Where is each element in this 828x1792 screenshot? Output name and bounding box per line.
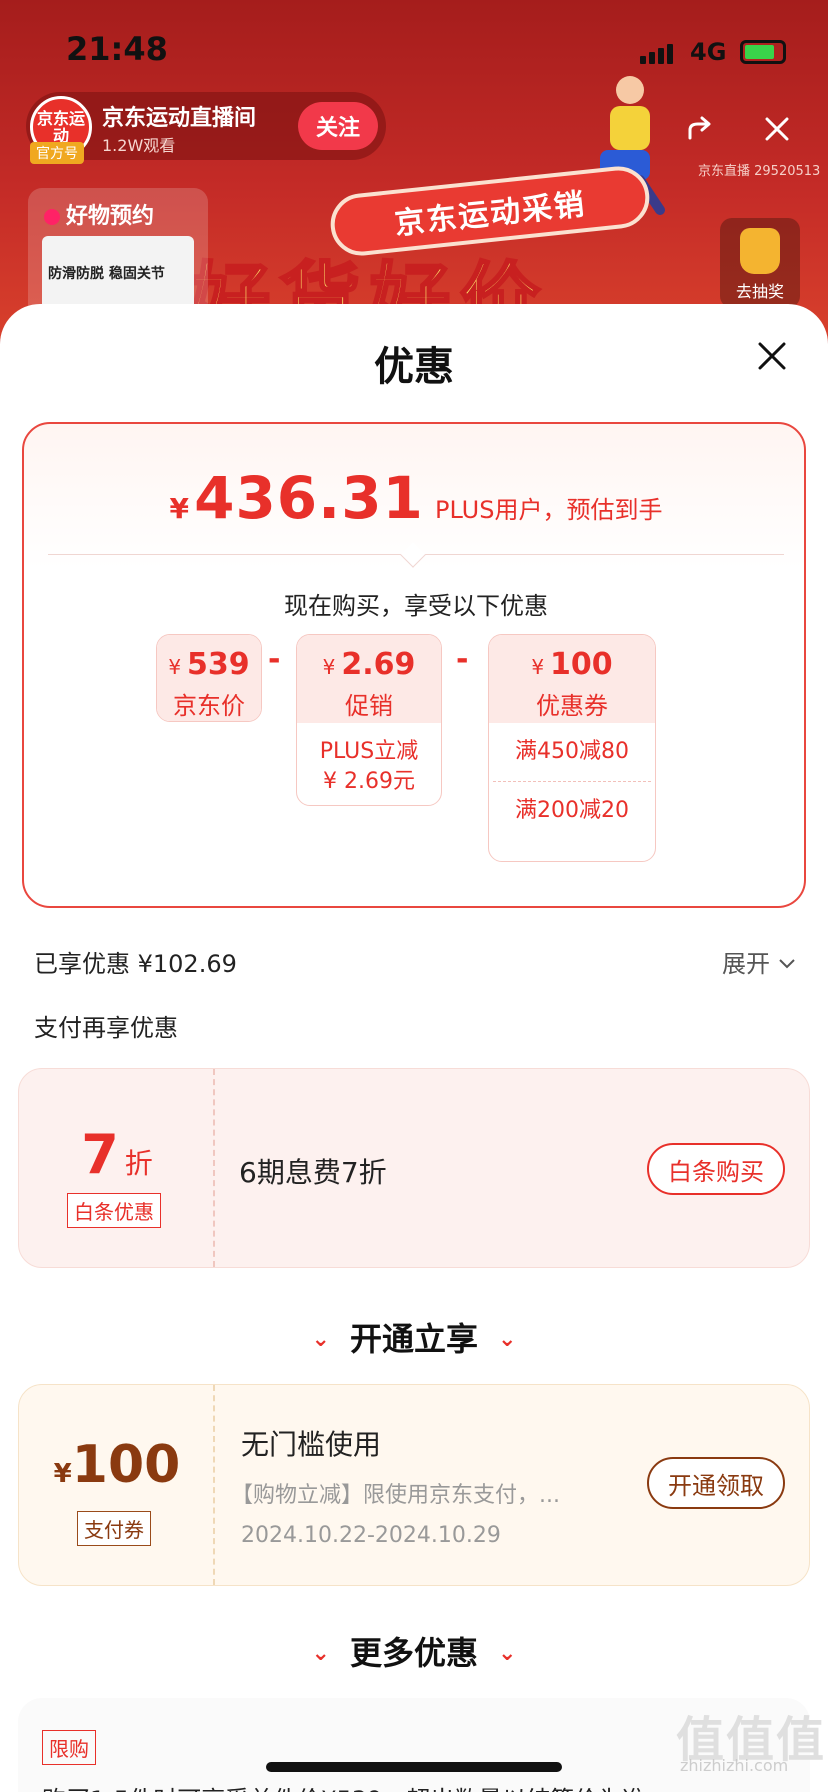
official-badge: 官方号: [30, 142, 84, 164]
jd-price-amount: 539: [187, 647, 250, 682]
pay-coupon-amount: ¥100: [53, 1435, 181, 1495]
baitiao-offer: 7折 白条优惠 6期息费7折 白条购买: [18, 1068, 810, 1268]
coupon-amount: 100: [550, 647, 613, 682]
signal-icon: [640, 42, 676, 64]
final-price-currency: ¥: [169, 492, 189, 525]
final-price: ¥ 436.31 PLUS用户，预估到手: [24, 464, 808, 532]
promotion-detail-amount: ¥ 2.69元: [323, 769, 415, 794]
expand-label: 展开: [722, 950, 770, 978]
minus-sign: -: [268, 642, 281, 677]
divider-notch: [400, 542, 426, 568]
pay-coupon-date: 2024.10.22-2024.10.29: [241, 1523, 501, 1548]
coupon-rule: 满200减20: [493, 781, 651, 840]
jd-price-label: 京东价: [173, 692, 245, 720]
network-label: 4G: [690, 38, 727, 66]
streamer-info[interactable]: 京东运动 官方号 京东运动直播间 1.2W观看 关注: [26, 92, 386, 164]
room-id: 京东直播 29520513: [698, 164, 821, 179]
battery-icon: [740, 40, 786, 64]
section-open-heading: ⌄ 开通立享 ⌄: [311, 1320, 517, 1358]
minus-sign: -: [456, 642, 469, 677]
preview-title: 好物预约: [44, 198, 154, 230]
lottery-jar-icon: [740, 228, 780, 274]
jd-price-chip: ¥539 京东价: [156, 634, 262, 722]
pay-more-title: 支付再享优惠: [34, 1014, 178, 1042]
activate-claim-button[interactable]: 开通领取: [647, 1457, 785, 1509]
chevron-down-icon: ⌄: [498, 1327, 517, 1352]
baitiao-text: 6期息费7折: [239, 1156, 387, 1189]
pay-coupon-tag: 支付券: [77, 1511, 151, 1546]
chevron-down-icon: ⌄: [498, 1641, 517, 1666]
enjoyed-discount: 已享优惠 ¥102.69: [34, 950, 237, 978]
status-bar: 21:48 4G: [0, 0, 828, 100]
pay-coupon-left: ¥100 支付券: [19, 1385, 215, 1585]
chevron-down-icon: ⌄: [311, 1327, 330, 1352]
preview-card[interactable]: 好物预约 防滑防脱 稳固关节: [28, 188, 208, 318]
expand-toggle[interactable]: 展开: [722, 944, 796, 979]
baitiao-tag: 白条优惠: [67, 1193, 161, 1228]
pay-coupon: ¥100 支付券 无门槛使用 【购物立减】限使用京东支付，... 2024.10…: [18, 1384, 810, 1586]
pay-coupon-desc: 【购物立减】限使用京东支付，...: [231, 1483, 560, 1508]
coupon-chip: ¥100 优惠券 满450减80 满200减20: [488, 634, 656, 862]
chevron-down-icon: [778, 959, 795, 969]
promotion-detail: PLUS立减: [319, 739, 419, 764]
limit-tag: 限购: [42, 1730, 96, 1765]
close-live-icon[interactable]: [762, 114, 792, 144]
coupon-rule: 满450减80: [515, 739, 629, 764]
enjoy-title: 现在购买，享受以下优惠: [284, 592, 548, 620]
limit-text: 购买1-5件时可享受单件价¥539，超出数量以结算价为准: [42, 1780, 646, 1792]
streamer-name: 京东运动直播间: [102, 106, 257, 131]
section-more-heading: ⌄ 更多优惠 ⌄: [311, 1634, 517, 1672]
live-stream-background: 京东运动采销 好货好价 21:48 4G 京东运动 官方号 京东运动直播间 1.…: [0, 0, 828, 340]
baitiao-buy-button[interactable]: 白条购买: [647, 1143, 785, 1195]
sheet-title: 优惠: [374, 344, 454, 390]
lottery-button[interactable]: 去抽奖: [720, 218, 800, 308]
share-icon[interactable]: [686, 114, 716, 144]
chevron-down-icon: ⌄: [311, 1641, 330, 1666]
price-breakdown-card: ¥ 436.31 PLUS用户，预估到手 现在购买，享受以下优惠 ¥539 京东…: [22, 422, 806, 908]
status-time: 21:48: [66, 30, 168, 68]
baitiao-left: 7折 白条优惠: [19, 1069, 215, 1267]
promotion-chip: ¥2.69 促销 PLUS立减 ¥ 2.69元: [296, 634, 442, 806]
lottery-label: 去抽奖: [735, 282, 784, 301]
home-indicator[interactable]: [266, 1762, 562, 1772]
follow-button[interactable]: 关注: [298, 102, 378, 150]
final-price-note: PLUS用户，预估到手: [435, 496, 663, 524]
clock-icon: [44, 209, 60, 225]
final-price-value: 436.31: [194, 464, 424, 532]
close-icon[interactable]: [756, 340, 788, 372]
pay-coupon-title: 无门槛使用: [241, 1428, 382, 1461]
baitiao-discount: 7折: [81, 1123, 153, 1186]
promotion-amount: 2.69: [341, 647, 416, 682]
discount-sheet: 优惠 ¥ 436.31 PLUS用户，预估到手 现在购买，享受以下优惠 ¥539…: [0, 304, 828, 1792]
watermark-url: zhizhizhi.com: [680, 1756, 789, 1775]
viewer-count: 1.2W观看: [102, 136, 176, 155]
